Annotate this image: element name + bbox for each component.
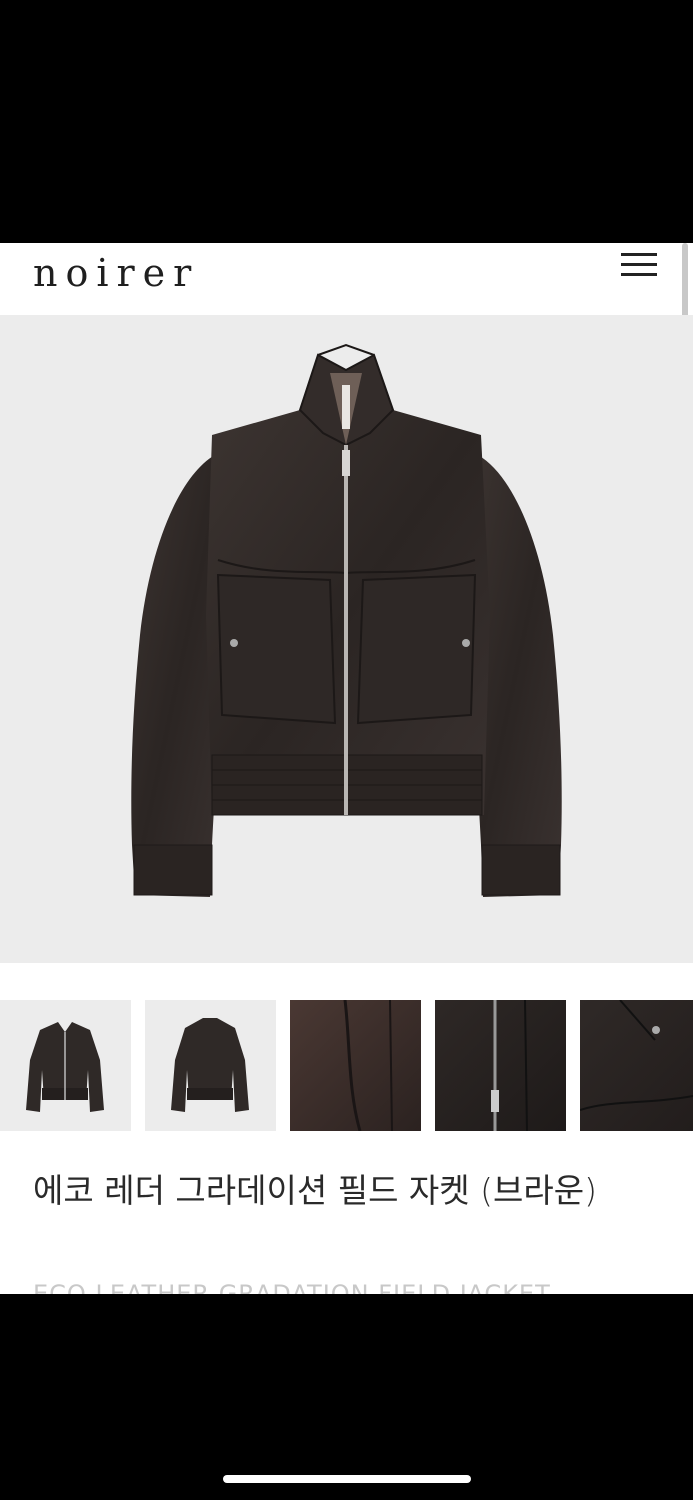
product-main-image[interactable]	[0, 315, 693, 963]
thumbnail-zipper-detail[interactable]	[435, 1000, 566, 1131]
product-title: 에코 레더 그라데이션 필드 자켓 (브라운)	[33, 1171, 597, 1210]
brand-logo[interactable]: noirer	[33, 251, 199, 295]
jacket-front-image	[131, 343, 562, 897]
thumbnail-pocket-detail[interactable]	[580, 1000, 693, 1131]
site-header: noirer	[0, 243, 693, 315]
thumbnail-lining-detail[interactable]	[290, 1000, 421, 1131]
home-indicator[interactable]	[223, 1475, 471, 1483]
browser-viewport: noirer 에코 레더 그라데이션 필드 자켓 (브라운) ECO LEATH…	[0, 243, 693, 1294]
product-subtitle: ECO LEATHER GRADATION FIELD JACKET	[33, 1280, 551, 1294]
hamburger-menu-icon[interactable]	[619, 253, 661, 283]
thumbnail-back-view[interactable]	[145, 1000, 276, 1131]
thumbnail-gallery	[0, 1000, 693, 1132]
thumbnail-front-view[interactable]	[0, 1000, 131, 1131]
